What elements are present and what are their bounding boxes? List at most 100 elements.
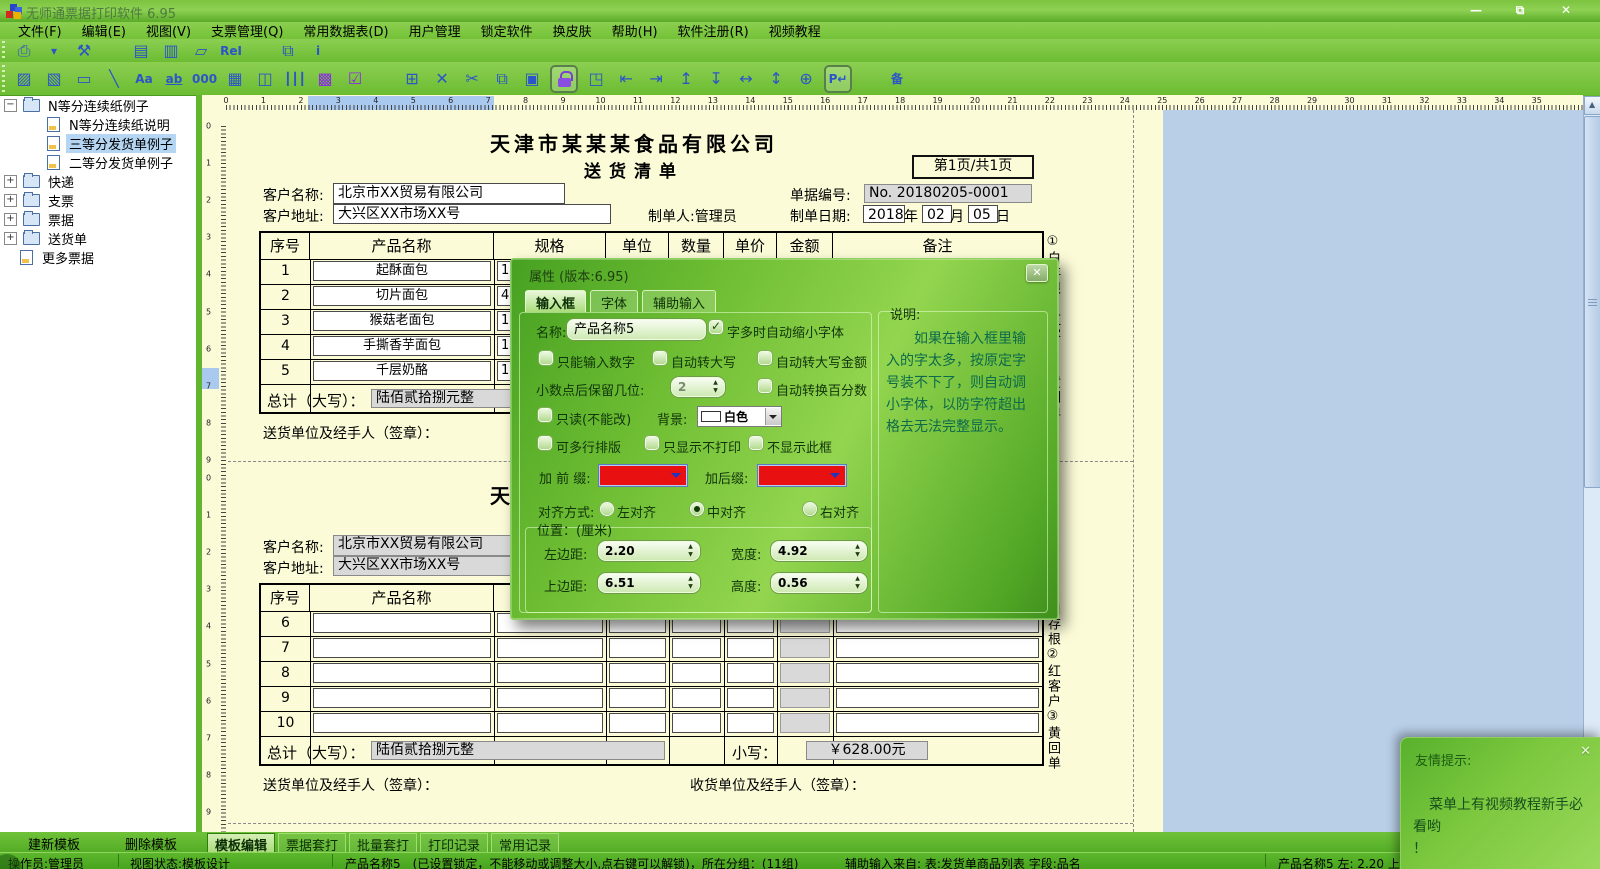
digits-only-checkbox[interactable] xyxy=(540,352,552,364)
scrollbar-thumb[interactable] xyxy=(1584,116,1600,488)
doc-no-field[interactable]: No. 20180205-0001 xyxy=(864,184,1032,203)
item-cell-field[interactable] xyxy=(672,688,721,708)
dialog-tab-0[interactable]: 输入框 xyxy=(525,290,587,312)
same-size-button[interactable]: ⊕ xyxy=(794,68,818,90)
item-cell-field[interactable]: 切片面包 xyxy=(313,286,491,306)
amount-cell-field[interactable] xyxy=(780,713,830,733)
dialog-close-button[interactable]: ✕ xyxy=(1026,264,1048,282)
item-cell-field[interactable] xyxy=(313,713,491,733)
qrcode-tool-button[interactable]: ▩ xyxy=(313,68,337,90)
rename-button[interactable]: ReI xyxy=(219,40,243,62)
customer-addr-field[interactable]: 大兴区XX市场XX号 xyxy=(333,204,611,224)
print-dropdown[interactable]: ▾ xyxy=(42,40,66,62)
char-boxes-tool-button[interactable]: 000 xyxy=(192,68,217,90)
auto-shrink-checkbox[interactable] xyxy=(710,319,722,333)
tree-expand-plus-icon[interactable]: + xyxy=(4,213,17,226)
tree-item-label[interactable]: 二等分发货单例子 xyxy=(66,153,176,172)
tree-item-label[interactable]: 票据 xyxy=(45,210,77,229)
item-cell-field[interactable] xyxy=(313,688,491,708)
input-box-tool-button[interactable]: ab xyxy=(162,68,186,90)
amount-cell-field[interactable] xyxy=(780,663,830,683)
uppercase-amount-checkbox[interactable] xyxy=(759,352,771,364)
tags-button[interactable]: ⧉ xyxy=(276,40,300,62)
align-right-button[interactable]: ⇥ xyxy=(644,68,668,90)
dialog-tab-1[interactable]: 字体 xyxy=(590,290,639,312)
menu-item-5[interactable]: 用户管理 xyxy=(399,21,471,40)
same-height-button[interactable]: ↕ xyxy=(764,68,788,90)
table-button[interactable]: ⊞ xyxy=(400,68,424,90)
double-grid-tool-button[interactable]: ◫ xyxy=(253,68,277,90)
suffix-select[interactable] xyxy=(758,465,846,486)
tree-expand-plus-icon[interactable]: + xyxy=(4,232,17,245)
month-field[interactable]: 02 xyxy=(922,205,952,223)
align-top-button[interactable]: ↥ xyxy=(674,68,698,90)
menu-item-1[interactable]: 编辑(E) xyxy=(72,21,136,40)
menu-item-3[interactable]: 支票管理(Q) xyxy=(201,21,293,40)
left-margin-spinner[interactable]: 2.20 xyxy=(598,541,700,561)
item-cell-field[interactable] xyxy=(497,638,603,658)
tree-expand-minus-icon[interactable]: − xyxy=(4,99,17,112)
scroll-up-button[interactable] xyxy=(1584,96,1600,115)
tree-item-6[interactable]: + 票据 xyxy=(0,210,196,229)
checkbox-tool-button[interactable]: ☑ xyxy=(343,68,367,90)
item-cell-field[interactable] xyxy=(727,638,774,658)
dialog-tab-2[interactable]: 辅助输入 xyxy=(642,290,717,312)
spinner-arrows-icon[interactable] xyxy=(711,379,720,395)
decimal-spinner[interactable]: 2 xyxy=(671,377,725,397)
new-template-button[interactable]: ▤ xyxy=(129,40,153,62)
percent-checkbox[interactable] xyxy=(759,380,771,392)
hide-checkbox[interactable] xyxy=(750,437,762,449)
day-field[interactable]: 05 xyxy=(968,205,998,223)
restore-button[interactable]: ⧉ xyxy=(1506,3,1534,19)
close-button[interactable]: ✕ xyxy=(1552,3,1580,19)
item-cell-field[interactable] xyxy=(672,713,721,733)
item-cell-field[interactable]: 猴菇老面包 xyxy=(313,311,491,331)
align-left-button[interactable]: ⇤ xyxy=(614,68,638,90)
tree-item-label[interactable]: 快递 xyxy=(45,172,77,191)
item-cell-field[interactable] xyxy=(836,713,1039,733)
auto-uppercase-checkbox[interactable] xyxy=(654,352,666,364)
barcode-tool-button[interactable]: ┃┃┃ xyxy=(283,68,307,90)
spinner-arrows-icon[interactable] xyxy=(686,575,695,591)
bg-color-select[interactable]: 白色 xyxy=(697,406,782,427)
item-cell-field[interactable] xyxy=(313,613,491,633)
amount-grid-tool-button[interactable]: ▦ xyxy=(223,68,247,90)
noprint-checkbox[interactable] xyxy=(646,437,658,449)
item-cell-field[interactable] xyxy=(836,638,1039,658)
item-cell-field[interactable] xyxy=(313,638,491,658)
item-cell-field[interactable] xyxy=(609,713,666,733)
prefix-select[interactable] xyxy=(599,465,687,486)
tree-item-label[interactable]: N等分连续纸说明 xyxy=(66,115,173,134)
year-field[interactable]: 2018 xyxy=(863,205,905,223)
item-cell-field[interactable] xyxy=(836,688,1039,708)
menu-item-2[interactable]: 视图(V) xyxy=(136,21,201,40)
menu-item-7[interactable]: 换皮肤 xyxy=(543,21,602,40)
vertical-scrollbar[interactable] xyxy=(1583,96,1600,832)
item-cell-field[interactable] xyxy=(672,638,721,658)
item-cell-field[interactable] xyxy=(609,688,666,708)
customer-name-field[interactable]: 北京市XX贸易有限公司 xyxy=(333,183,565,204)
amount-cell-field[interactable] xyxy=(780,688,830,708)
tree-item-8[interactable]: 更多票据 xyxy=(0,248,196,267)
item-cell-field[interactable] xyxy=(609,638,666,658)
tree-item-0[interactable]: − N等分连续纸例子 xyxy=(0,96,196,115)
copy-button[interactable]: ⧉ xyxy=(490,68,514,90)
insert-picture-button[interactable]: ▧ xyxy=(42,68,66,90)
dropdown-arrow-icon[interactable] xyxy=(671,473,681,483)
spinner-arrows-icon[interactable] xyxy=(853,543,862,559)
menu-item-0[interactable]: 文件(F) xyxy=(8,21,72,40)
align-bottom-button[interactable]: ↧ xyxy=(704,68,728,90)
copy-template-button[interactable]: ▥ xyxy=(159,40,183,62)
info-button[interactable]: i xyxy=(306,40,330,62)
menu-item-6[interactable]: 锁定软件 xyxy=(471,21,543,40)
item-cell-field[interactable]: 起酥面包 xyxy=(313,261,491,281)
paste-button[interactable]: ▣ xyxy=(520,68,544,90)
tree-expand-plus-icon[interactable]: + xyxy=(4,194,17,207)
tree-item-1[interactable]: N等分连续纸说明 xyxy=(0,115,196,134)
total-uppercase-field[interactable]: 陆佰贰拾捌元整 xyxy=(371,741,665,760)
item-cell-field[interactable] xyxy=(836,663,1039,683)
line-tool-button[interactable]: ╲ xyxy=(102,68,126,90)
cut-button[interactable]: ✂ xyxy=(460,68,484,90)
name-input[interactable]: 产品名称5 xyxy=(567,319,706,340)
multiline-checkbox[interactable] xyxy=(539,437,551,449)
